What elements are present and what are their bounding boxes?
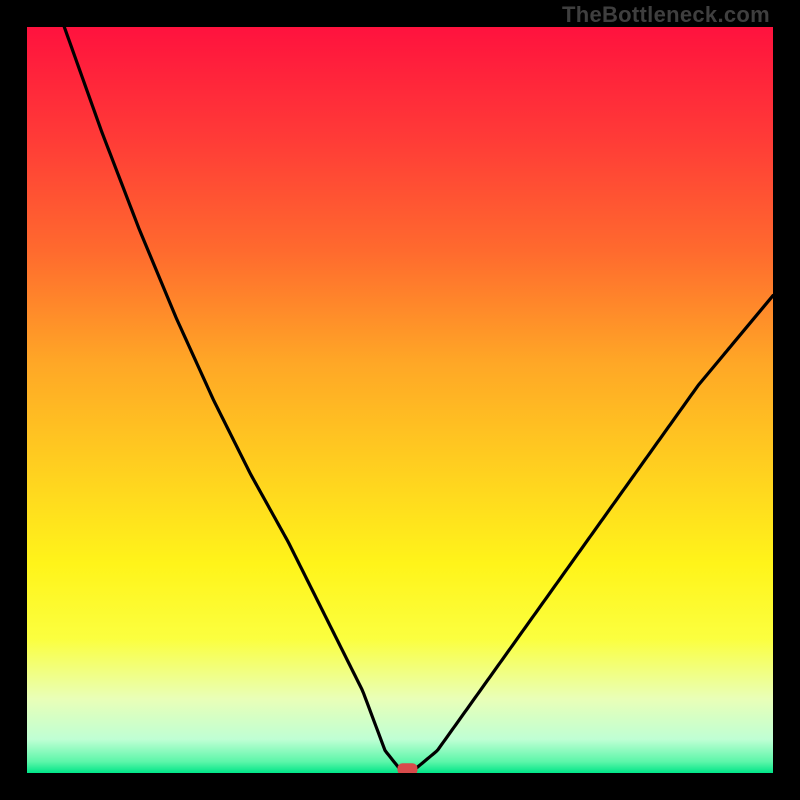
bottleneck-chart bbox=[27, 27, 773, 773]
heatmap-background bbox=[27, 27, 773, 773]
chart-frame bbox=[27, 27, 773, 773]
watermark-text: TheBottleneck.com bbox=[562, 2, 770, 28]
current-point-marker bbox=[397, 763, 417, 773]
